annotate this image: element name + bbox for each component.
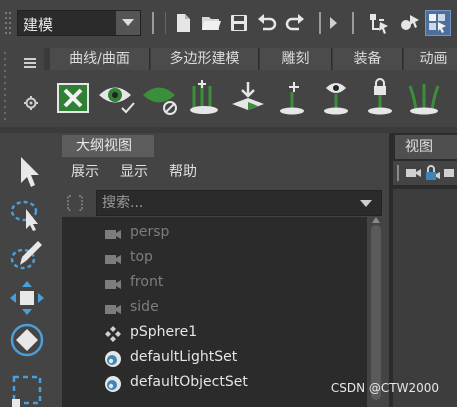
- list-item-label: defaultObjectSet: [130, 374, 248, 390]
- separator: [165, 12, 166, 34]
- lock-camera-icon[interactable]: [425, 164, 441, 182]
- camera-icon: [105, 305, 121, 314]
- menu-display[interactable]: 展示: [71, 161, 99, 181]
- tool-box: [0, 133, 54, 407]
- menu-help[interactable]: 帮助: [169, 161, 197, 181]
- drag-handle-icon[interactable]: [4, 10, 12, 36]
- outliner-menubar: 展示 显示 帮助: [58, 157, 389, 183]
- viewport-tab[interactable]: 视图: [395, 135, 457, 159]
- camera-icon[interactable]: [405, 165, 423, 181]
- list-item-label: persp: [130, 224, 170, 240]
- freeze-transform-icon[interactable]: [184, 78, 224, 118]
- delete-history-icon[interactable]: [54, 78, 94, 118]
- scroll-up-icon[interactable]: [372, 217, 380, 223]
- filter-bracket-icon[interactable]: [66, 194, 84, 212]
- rotate-tool-icon[interactable]: [8, 321, 46, 359]
- drag-handle-icon[interactable]: [2, 50, 8, 126]
- separator: [319, 12, 321, 34]
- viewport-canvas[interactable]: [393, 189, 457, 407]
- camera-icon: [105, 280, 121, 289]
- drag-handle-icon[interactable]: [397, 165, 400, 181]
- list-item[interactable]: front: [62, 271, 367, 296]
- viewport-panel: 视图: [389, 133, 457, 407]
- shelf-menu-icon[interactable]: [24, 58, 36, 68]
- camera-icon[interactable]: [443, 165, 457, 181]
- camera-icon: [105, 255, 121, 264]
- separator: [152, 12, 154, 34]
- paint-select-tool-icon[interactable]: [8, 237, 46, 275]
- save-scene-icon[interactable]: [228, 12, 250, 34]
- center-pivot-icon[interactable]: [228, 78, 268, 118]
- menu-set-dropdown[interactable]: 建模: [17, 10, 141, 36]
- collapse-arrow-icon[interactable]: [330, 17, 338, 29]
- shelf-tab-poly-modeling[interactable]: 多边形建模: [151, 48, 259, 70]
- outliner-search-row: [58, 190, 389, 216]
- object-set-icon: [105, 351, 121, 367]
- object-set-icon: [105, 376, 121, 392]
- scrollbar[interactable]: [369, 217, 383, 407]
- hide-object-icon[interactable]: [140, 78, 180, 118]
- shelf-tab-curves[interactable]: 曲线/曲面: [50, 48, 150, 70]
- list-item-label: side: [130, 299, 159, 315]
- gear-icon[interactable]: [24, 96, 38, 110]
- shelf-controls: [0, 44, 44, 127]
- search-field[interactable]: [96, 190, 382, 216]
- scrollbar-thumb[interactable]: [371, 225, 381, 400]
- shelf-icon-bar: [44, 70, 457, 127]
- lasso-tool-icon[interactable]: [8, 195, 46, 233]
- chevron-down-icon[interactable]: [360, 200, 372, 208]
- viewport-toolbar: [393, 161, 457, 185]
- select-hierarchy-icon[interactable]: [368, 12, 390, 34]
- shelf-tab-bar: 曲线/曲面 多边形建模 雕刻 装备 动画: [44, 48, 457, 70]
- search-input[interactable]: [97, 191, 347, 215]
- new-scene-icon[interactable]: [172, 12, 194, 34]
- select-object-icon[interactable]: [398, 12, 420, 34]
- list-item[interactable]: pSphere1: [62, 321, 367, 346]
- show-object-icon[interactable]: [316, 78, 356, 118]
- scale-tool-icon[interactable]: [8, 371, 46, 407]
- outliner-list: persp top front side pSphere1 defaultLig…: [62, 217, 367, 407]
- list-item-label: front: [130, 274, 164, 290]
- undo-icon[interactable]: [256, 12, 278, 34]
- menu-set-value: 建模: [23, 16, 54, 34]
- viewport-tab-label: 视图: [405, 139, 433, 155]
- create-locator-icon[interactable]: [272, 78, 312, 118]
- outliner-tab[interactable]: 大纲视图: [62, 135, 154, 157]
- select-tool-icon[interactable]: [8, 153, 46, 191]
- shelf-tab-sculpting[interactable]: 雕刻: [260, 48, 332, 70]
- shelf-tab-rigging[interactable]: 装备: [333, 48, 403, 70]
- list-item-label: defaultLightSet: [130, 349, 238, 365]
- camera-icon: [105, 230, 121, 239]
- watermark-text: CSDN @CTW2000: [330, 381, 439, 395]
- open-scene-icon[interactable]: [200, 12, 222, 34]
- menu-show[interactable]: 显示: [120, 161, 148, 181]
- list-item[interactable]: defaultLightSet: [62, 346, 367, 371]
- move-tool-icon[interactable]: [8, 279, 46, 317]
- select-component-icon[interactable]: [425, 10, 451, 36]
- shelf-tab-animation[interactable]: 动画: [404, 48, 457, 70]
- list-item[interactable]: persp: [62, 221, 367, 246]
- transform-node-icon: [105, 326, 121, 342]
- list-item[interactable]: top: [62, 246, 367, 271]
- lock-object-icon[interactable]: [360, 78, 400, 118]
- show-isolate-icon[interactable]: [96, 78, 136, 118]
- chevron-down-icon[interactable]: [116, 11, 140, 35]
- separator: [352, 12, 354, 34]
- redo-icon[interactable]: [284, 12, 306, 34]
- list-item-label: top: [130, 249, 153, 265]
- grass-deform-icon[interactable]: [404, 78, 444, 118]
- status-line: 建模: [0, 0, 457, 44]
- outliner-panel: 大纲视图 展示 显示 帮助 persp top front side: [58, 133, 389, 407]
- list-item-label: pSphere1: [130, 324, 198, 340]
- list-item[interactable]: side: [62, 296, 367, 321]
- list-item[interactable]: defaultObjectSet: [62, 371, 367, 396]
